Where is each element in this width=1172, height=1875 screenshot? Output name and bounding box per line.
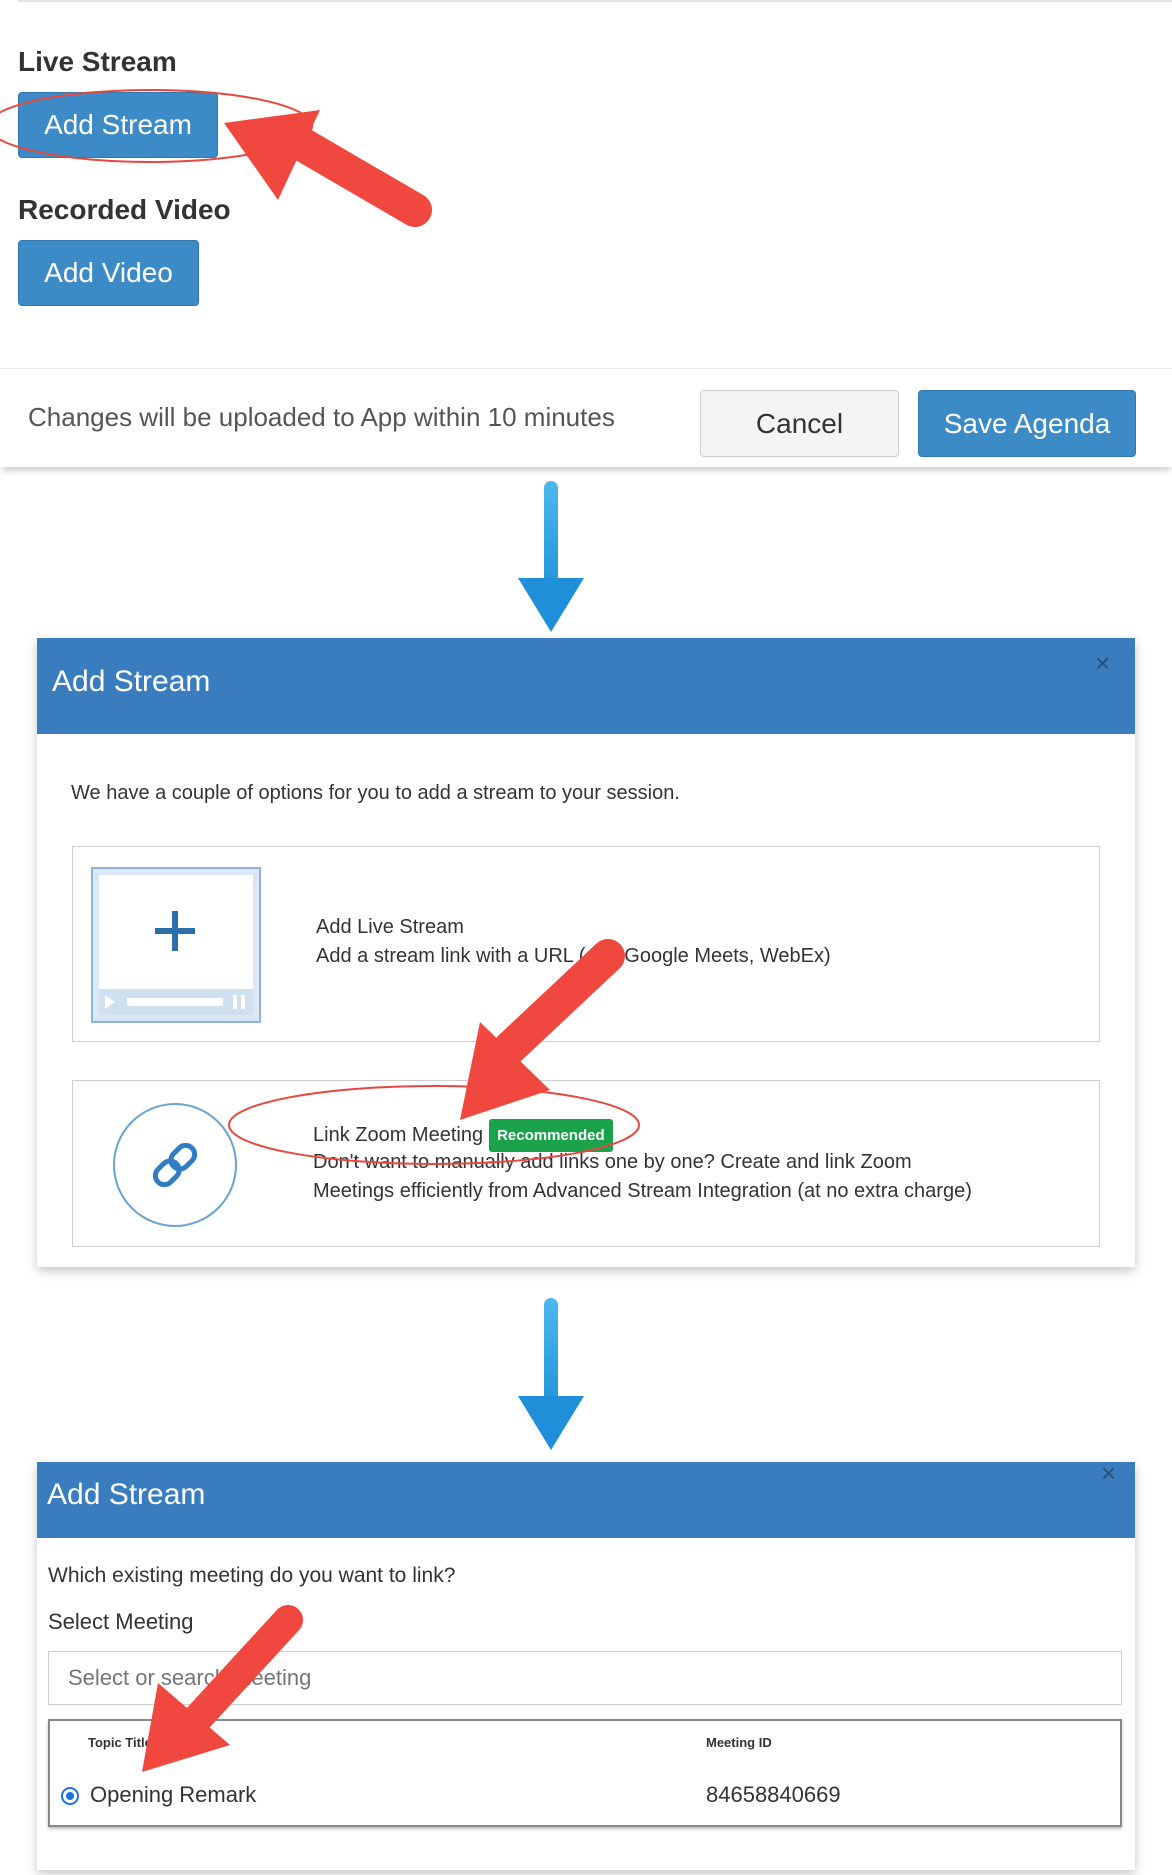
add-stream-modal-options: Add Stream × We have a couple of options… [37, 638, 1135, 1267]
column-header-topic: Topic Title [88, 1735, 152, 1750]
add-stream-button[interactable]: Add Stream [18, 92, 218, 158]
top-divider [18, 0, 1172, 2]
modal-header: Add Stream × [37, 638, 1135, 734]
meeting-table: Topic Title Meeting ID Opening Remark 84… [48, 1719, 1122, 1827]
video-player-icon [91, 867, 261, 1023]
option-add-live-stream[interactable]: Add Live Stream Add a stream link with a… [72, 846, 1100, 1042]
flow-arrow-down-icon [518, 481, 584, 632]
close-icon[interactable]: × [1095, 648, 1110, 679]
cancel-button[interactable]: Cancel [700, 390, 899, 457]
option-zoom-desc-line2: Meetings efficiently from Advanced Strea… [313, 1180, 972, 1202]
option-live-title: Add Live Stream [316, 916, 464, 938]
meeting-topic[interactable]: Opening Remark [90, 1782, 256, 1808]
option-link-zoom-meeting[interactable]: Link Zoom Meeting Recommended Don't want … [72, 1080, 1100, 1247]
close-icon[interactable]: × [1101, 1458, 1116, 1489]
meeting-id: 84658840669 [706, 1782, 841, 1807]
red-annotation-arrow [224, 110, 432, 227]
modal-title: Add Stream [52, 665, 211, 698]
meeting-question: Which existing meeting do you want to li… [48, 1564, 456, 1587]
option-zoom-desc-line1: Don't want to manually add links one by … [313, 1151, 912, 1173]
recorded-video-heading: Recorded Video [18, 194, 231, 225]
select-meeting-label: Select Meeting [48, 1609, 194, 1634]
upload-notice: Changes will be uploaded to App within 1… [28, 402, 615, 432]
option-zoom-title: Link Zoom Meeting [313, 1123, 484, 1146]
meeting-search-input[interactable] [48, 1651, 1122, 1705]
modal-header: Add Stream × [37, 1458, 1135, 1538]
flow-arrow-down-icon [518, 1298, 584, 1450]
option-live-desc: Add a stream link with a URL (e.g. Googl… [316, 945, 831, 967]
modal-title: Add Stream [47, 1478, 206, 1511]
add-video-button[interactable]: Add Video [18, 240, 199, 306]
save-agenda-button[interactable]: Save Agenda [918, 390, 1136, 457]
link-icon [113, 1103, 237, 1227]
column-header-meeting-id: Meeting ID [706, 1735, 772, 1750]
modal-intro-text: We have a couple of options for you to a… [71, 782, 680, 804]
live-stream-heading: Live Stream [18, 46, 177, 77]
meeting-radio[interactable] [61, 1787, 79, 1805]
